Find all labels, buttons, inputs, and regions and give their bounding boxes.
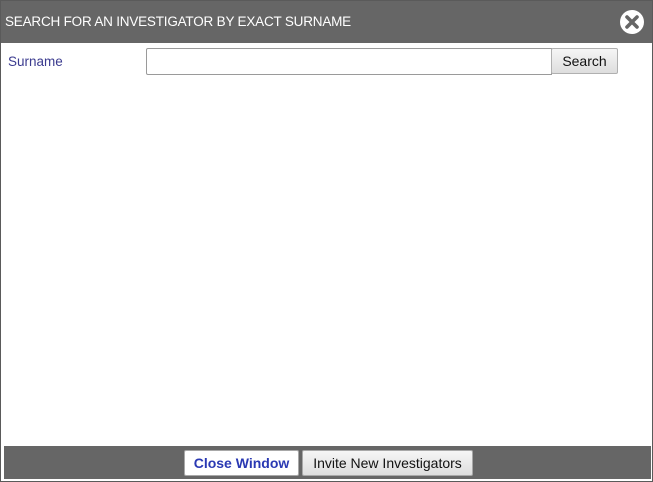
surname-label: Surname	[8, 54, 63, 69]
surname-input[interactable]	[146, 48, 552, 75]
close-circle-icon[interactable]	[619, 9, 645, 35]
search-button[interactable]: Search	[551, 48, 618, 74]
dialog-title: SEARCH FOR AN INVESTIGATOR BY EXACT SURN…	[5, 14, 351, 29]
dialog-titlebar: SEARCH FOR AN INVESTIGATOR BY EXACT SURN…	[1, 1, 652, 43]
close-window-button[interactable]: Close Window	[184, 450, 299, 476]
search-investigator-dialog: SEARCH FOR AN INVESTIGATOR BY EXACT SURN…	[0, 0, 653, 482]
dialog-footer: Close Window Invite New Investigators	[4, 446, 651, 479]
invite-new-investigators-button[interactable]: Invite New Investigators	[302, 450, 473, 476]
